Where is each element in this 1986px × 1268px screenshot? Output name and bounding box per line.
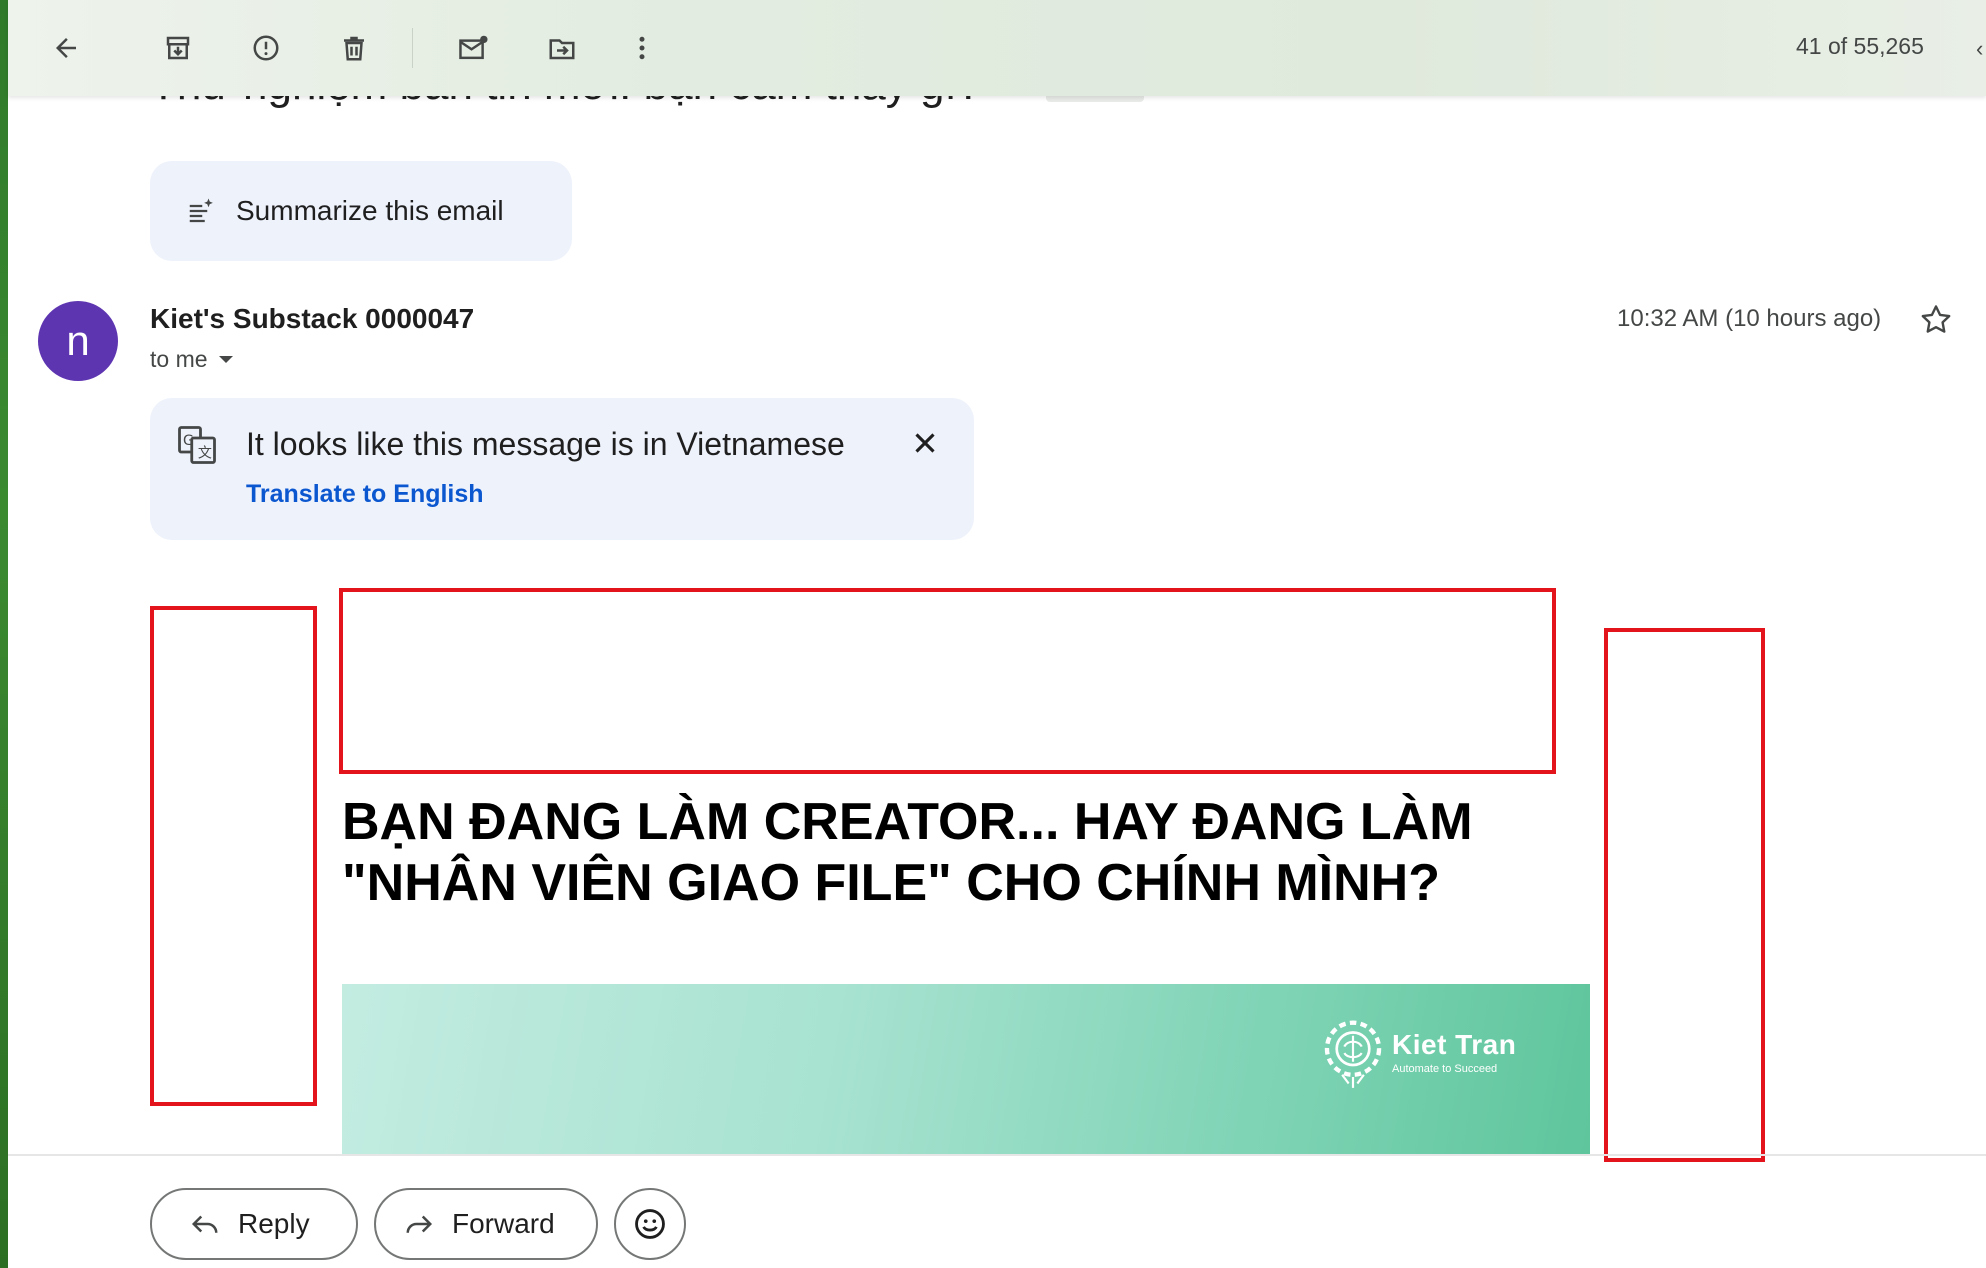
- svg-text:G: G: [183, 433, 194, 449]
- report-spam-button[interactable]: [242, 24, 290, 72]
- emoji-reaction-button[interactable]: [614, 1188, 686, 1260]
- newer-chevron-icon[interactable]: ‹: [1976, 36, 1983, 62]
- move-to-button[interactable]: [538, 24, 586, 72]
- star-icon: [1921, 305, 1951, 333]
- back-button[interactable]: [42, 24, 90, 72]
- reply-button[interactable]: Reply: [150, 1188, 358, 1260]
- newsletter-banner: Kiet Tran Automate to Succeed: [342, 984, 1590, 1154]
- report-spam-icon: [253, 35, 279, 61]
- window-edge: [0, 0, 8, 1268]
- brain-gear-icon: [1324, 1020, 1382, 1088]
- reply-label: Reply: [238, 1208, 310, 1239]
- forward-icon: [406, 1215, 433, 1233]
- delete-button[interactable]: [330, 24, 378, 72]
- reply-icon: [191, 1215, 218, 1233]
- image-placeholder-right: [1604, 628, 1765, 1162]
- sender-avatar[interactable]: n: [38, 301, 118, 381]
- star-button[interactable]: [1918, 302, 1954, 343]
- message-count: 41 of 55,265: [1796, 33, 1924, 59]
- email-toolbar: 41 of 55,265 ‹: [8, 0, 1986, 96]
- svg-text:文: 文: [198, 445, 212, 461]
- move-to-icon: [549, 39, 575, 60]
- image-placeholder-top: [339, 588, 1556, 774]
- trash-icon: [344, 36, 364, 61]
- summarize-label: Summarize this email: [236, 195, 504, 226]
- translate-banner: G 文 It looks like this message is in Vie…: [150, 398, 974, 540]
- translate-message: It looks like this message is in Vietnam…: [246, 426, 845, 462]
- image-placeholder-left: [150, 606, 317, 1106]
- newsletter-headline: BẠN ĐANG LÀM CREATOR... HAY ĐANG LÀM "NH…: [342, 793, 1473, 912]
- recipient-label: to me: [150, 346, 208, 372]
- summarize-icon: [189, 198, 213, 223]
- close-icon: [915, 433, 935, 453]
- chevron-down-icon: [218, 355, 233, 363]
- archive-icon: [166, 36, 190, 60]
- close-translate-button[interactable]: [908, 426, 942, 465]
- translate-icon: G 文: [178, 426, 216, 464]
- forward-button[interactable]: Forward: [374, 1188, 598, 1260]
- brand-tagline: Automate to Succeed: [1392, 1063, 1498, 1075]
- mark-unread-icon: [459, 35, 488, 60]
- more-options-button[interactable]: [618, 24, 666, 72]
- translate-to-english-link[interactable]: Translate to English: [246, 480, 484, 509]
- mark-unread-button[interactable]: [450, 24, 498, 72]
- toolbar-separator: [412, 28, 413, 68]
- archive-button[interactable]: [154, 24, 202, 72]
- arrow-left-icon: [56, 38, 76, 58]
- sender-name[interactable]: Kiet's Substack 0000047: [150, 303, 474, 335]
- summarize-email-button[interactable]: Summarize this email: [150, 161, 572, 261]
- email-timestamp: 10:32 AM (10 hours ago): [1617, 305, 1882, 332]
- footer-divider: [8, 1154, 1986, 1156]
- emoji-icon: [635, 1209, 665, 1239]
- recipient-details[interactable]: to me: [150, 346, 234, 373]
- more-vert-icon: [639, 36, 645, 60]
- forward-label: Forward: [452, 1208, 555, 1239]
- brand-name: Kiet Tran: [1392, 1029, 1517, 1060]
- brand-logo: Kiet Tran Automate to Succeed: [1320, 1014, 1516, 1090]
